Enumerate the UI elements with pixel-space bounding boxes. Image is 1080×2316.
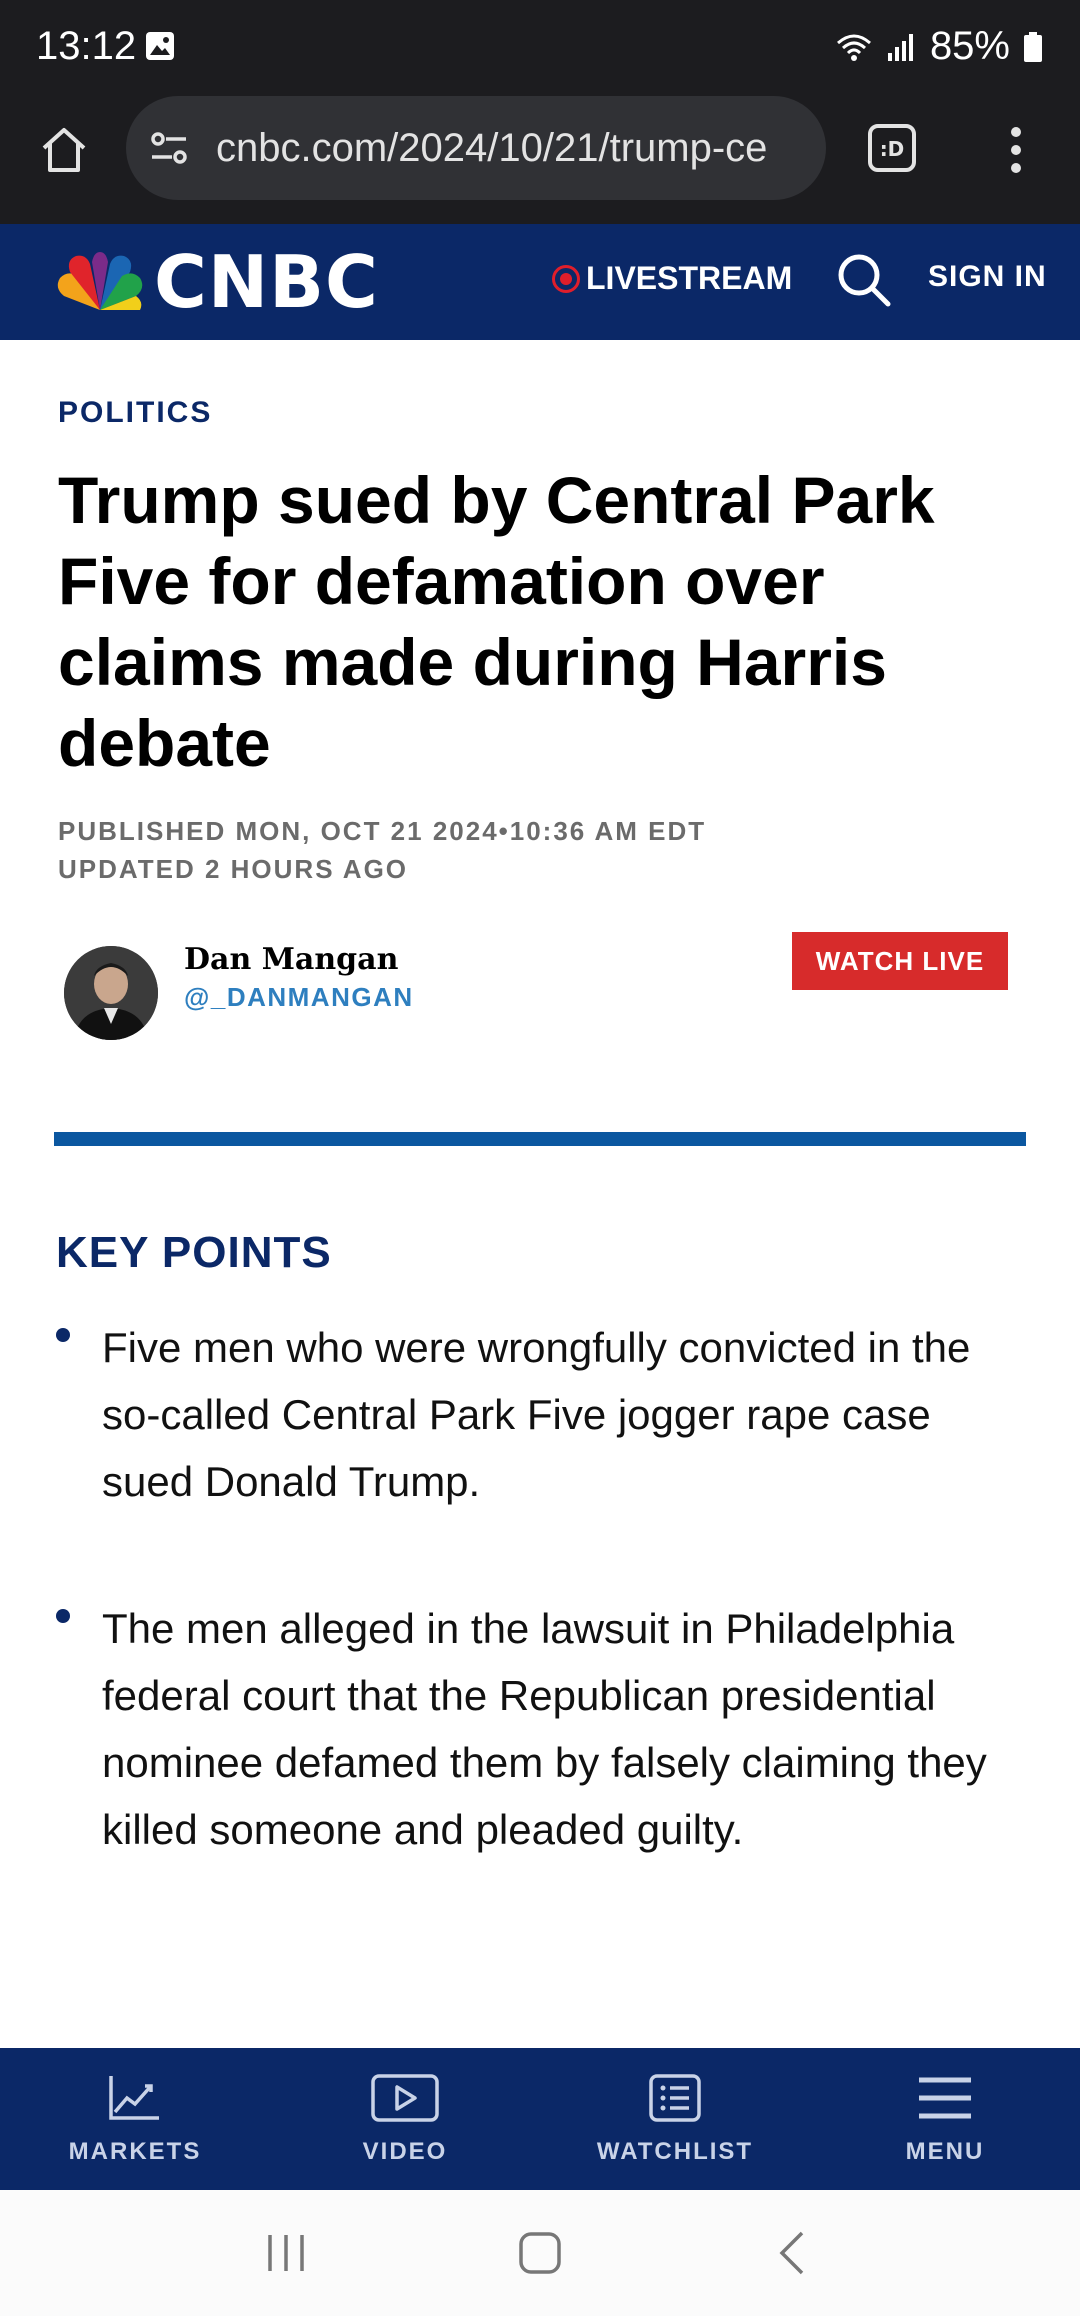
nav-markets[interactable]: MARKETS — [0, 2048, 270, 2190]
status-time: 13:12 — [36, 24, 137, 68]
more-options-button[interactable] — [992, 114, 1040, 186]
video-play-icon — [371, 2074, 439, 2122]
key-points-list: Five men who were wrongfully convicted i… — [56, 1314, 1016, 1943]
home-nav-icon[interactable] — [516, 2229, 564, 2277]
battery-icon — [1024, 31, 1042, 62]
back-icon[interactable] — [772, 2229, 816, 2277]
bullet-icon — [56, 1328, 70, 1342]
nav-menu[interactable]: MENU — [810, 2048, 1080, 2190]
svg-text::D: :D — [880, 137, 905, 161]
livestream-label: LIVESTREAM — [586, 260, 793, 296]
nav-watchlist[interactable]: WATCHLIST — [540, 2048, 810, 2190]
watch-live-button[interactable]: WATCH LIVE — [792, 932, 1008, 990]
author-avatar[interactable] — [64, 946, 158, 1040]
live-record-icon — [552, 264, 580, 293]
article-headline: Trump sued by Central Park Five for defa… — [58, 463, 935, 780]
author-photo — [64, 946, 158, 1040]
address-bar[interactable]: cnbc.com/2024/10/21/trump-ce — [126, 96, 826, 200]
battery-percent: 85% — [929, 24, 1010, 68]
key-point-text: Five men who were wrongfully convicted i… — [102, 1324, 971, 1505]
search-icon[interactable] — [832, 248, 896, 312]
browser-toolbar: cnbc.com/2024/10/21/trump-ce :D — [0, 96, 1080, 320]
nav-label: MARKETS — [68, 2138, 202, 2165]
bottom-nav: MARKETS VIDEO WATCHLIST MENU — [0, 2048, 1080, 2190]
author-handle[interactable]: @_DANMANGAN — [184, 982, 414, 1013]
key-points-title: KEY POINTS — [56, 1228, 332, 1277]
home-icon — [42, 128, 86, 172]
status-indicators: 85% — [834, 24, 1044, 69]
signal-icon — [887, 33, 913, 61]
cnbc-wordmark: CNBC — [154, 240, 379, 324]
updated-time: UPDATED 2 HOURS AGO — [58, 854, 409, 884]
author-name[interactable]: Dan Mangan — [184, 942, 398, 977]
chart-line-icon — [109, 2076, 159, 2120]
peacock-icon — [57, 252, 143, 310]
site-header: CNBC LIVESTREAM SIGN IN — [0, 224, 1080, 340]
section-label[interactable]: POLITICS — [58, 396, 212, 430]
nav-label: VIDEO — [362, 2138, 448, 2165]
system-nav-bar — [0, 2190, 1080, 2316]
nav-label: WATCHLIST — [596, 2138, 754, 2165]
cnbc-logo[interactable]: CNBC — [52, 240, 379, 324]
gallery-notification-icon — [146, 32, 174, 60]
recent-apps-icon[interactable] — [264, 2231, 308, 2275]
sign-in-link[interactable]: SIGN IN — [928, 260, 1047, 294]
key-point-item: The men alleged in the lawsuit in Philad… — [56, 1595, 1016, 1863]
nav-label: MENU — [905, 2138, 985, 2165]
site-settings-icon[interactable] — [146, 124, 194, 172]
livestream-button[interactable]: LIVESTREAM — [552, 260, 792, 297]
nav-video[interactable]: VIDEO — [270, 2048, 540, 2190]
status-bar: 13:12 85% — [0, 0, 1080, 96]
hamburger-menu-icon — [919, 2077, 971, 2119]
tab-switcher-icon: :D — [868, 124, 916, 172]
key-point-text: The men alleged in the lawsuit in Philad… — [102, 1605, 987, 1853]
home-button[interactable] — [28, 114, 100, 186]
list-icon — [649, 2074, 701, 2122]
bullet-icon — [56, 1609, 70, 1623]
wifi-icon — [836, 34, 871, 61]
section-divider — [54, 1132, 1026, 1146]
url-text: cnbc.com/2024/10/21/trump-ce — [216, 125, 768, 170]
more-vertical-icon — [1011, 127, 1021, 173]
key-point-item: Five men who were wrongfully convicted i… — [56, 1314, 1016, 1515]
tab-switcher-button[interactable]: :D — [862, 118, 922, 178]
published-date: PUBLISHED MON, OCT 21 2024•10:36 AM EDT — [58, 816, 707, 846]
